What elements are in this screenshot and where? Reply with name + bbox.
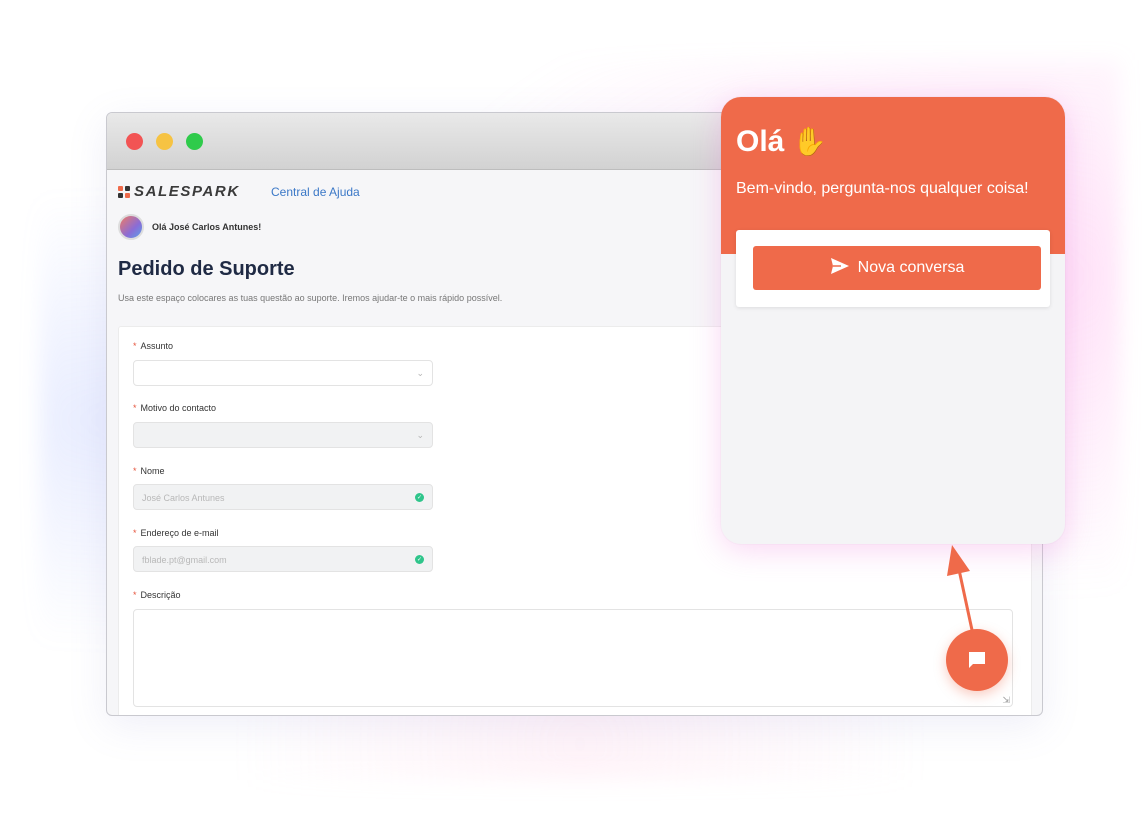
chat-launcher-button[interactable] <box>946 629 1008 691</box>
pointer-arrow-icon <box>947 545 974 632</box>
chat-bubble-icon <box>969 652 985 668</box>
